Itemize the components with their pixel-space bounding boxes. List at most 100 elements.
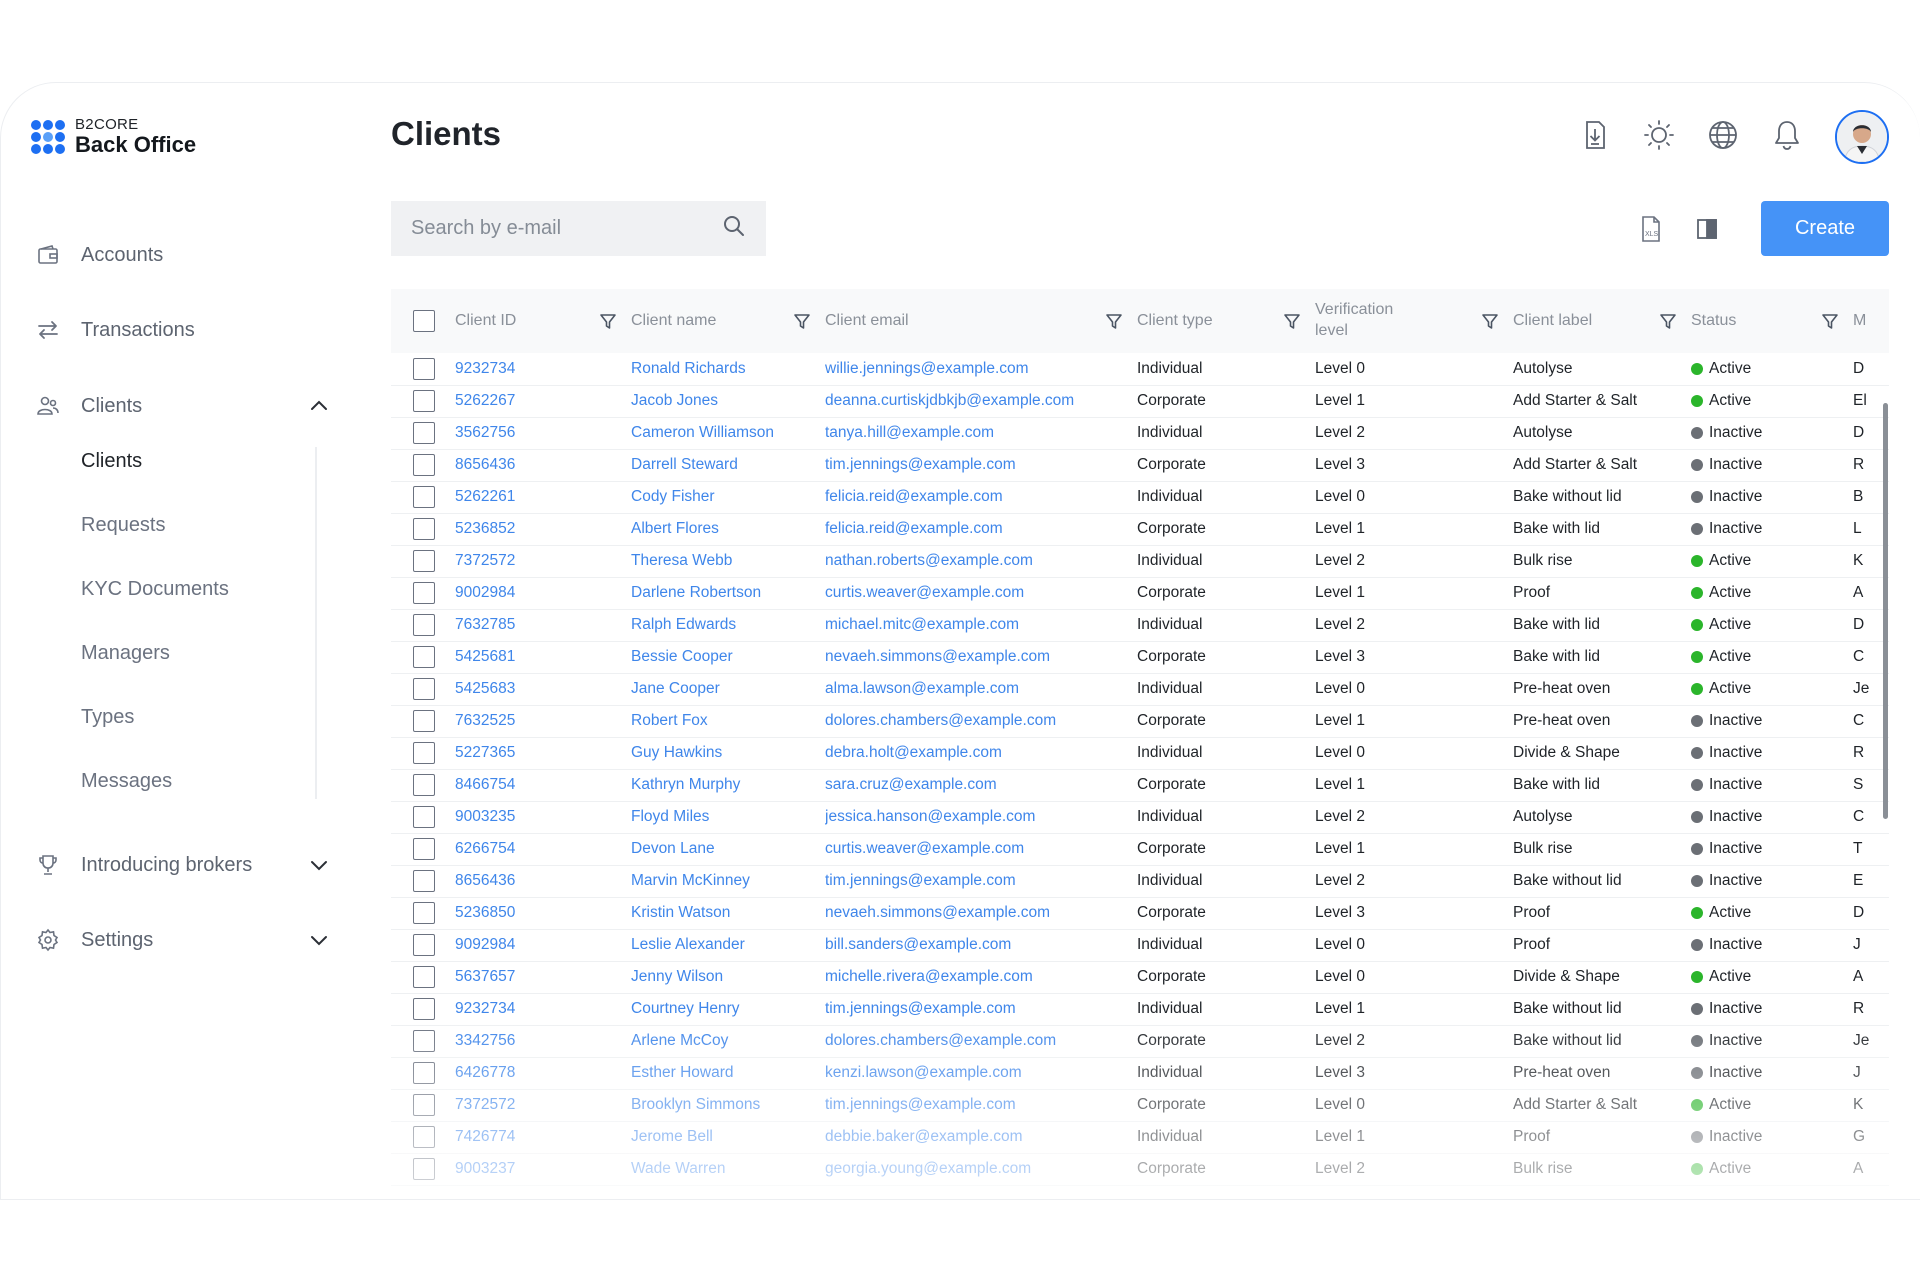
table-row[interactable]: 8466754 Kathryn Murphy sara.cruz@example.c… <box>391 769 1889 802</box>
column-header-client-type[interactable]: Client type <box>1137 311 1227 332</box>
column-header-client-label[interactable]: Client label <box>1513 311 1603 332</box>
sidebar-item-accounts[interactable]: Accounts <box>35 235 331 275</box>
avatar[interactable] <box>1835 110 1889 164</box>
table-row[interactable]: 7426774 Jerome Bell debbie.baker@example.c… <box>391 1121 1889 1154</box>
table-row[interactable]: 5637657 Jenny Wilson michelle.rivera@examp… <box>391 961 1889 994</box>
filter-icon[interactable] <box>1481 312 1499 330</box>
client-email-cell[interactable]: georgia.young@example.com <box>825 1153 1137 1186</box>
client-id-cell[interactable]: 3562756 <box>455 417 631 450</box>
client-email-cell[interactable]: dolores.chambers@example.com <box>825 1025 1137 1058</box>
row-checkbox[interactable] <box>413 390 435 412</box>
row-checkbox[interactable] <box>413 934 435 956</box>
client-id-cell[interactable]: 7372572 <box>455 545 631 578</box>
row-checkbox[interactable] <box>413 902 435 924</box>
client-id-cell[interactable]: 7632785 <box>455 609 631 642</box>
row-checkbox[interactable] <box>413 357 435 380</box>
client-id-cell[interactable]: 5236850 <box>455 897 631 930</box>
sidebar-subitem-types[interactable]: Types <box>81 706 134 729</box>
row-checkbox[interactable] <box>413 966 435 988</box>
sun-theme-icon[interactable] <box>1641 117 1677 153</box>
table-row[interactable]: 5227365 Guy Hawkins debra.holt@example.com… <box>391 737 1889 770</box>
filter-icon[interactable] <box>1283 312 1301 330</box>
row-checkbox[interactable] <box>413 998 435 1020</box>
row-checkbox[interactable] <box>413 614 435 636</box>
client-name-cell[interactable]: Jane Cooper <box>631 673 825 706</box>
client-name-cell[interactable]: Kristin Watson <box>631 897 825 930</box>
table-row[interactable]: 9002984 Darlene Robertson curtis.weaver@ex… <box>391 577 1889 610</box>
sidebar-subitem-managers[interactable]: Managers <box>81 642 170 665</box>
sidebar-subitem-kyc-documents[interactable]: KYC Documents <box>81 578 229 601</box>
client-email-cell[interactable]: debbie.baker@example.com <box>825 1121 1137 1154</box>
client-email-cell[interactable]: nathan.roberts@example.com <box>825 545 1137 578</box>
columns-icon[interactable] <box>1691 213 1723 245</box>
table-scrollbar[interactable] <box>1883 403 1888 819</box>
sidebar-item-transactions[interactable]: Transactions <box>35 310 331 350</box>
row-checkbox[interactable] <box>413 1030 435 1052</box>
row-checkbox[interactable] <box>413 1062 435 1084</box>
client-email-cell[interactable]: felicia.reid@example.com <box>825 481 1137 514</box>
client-name-cell[interactable]: Courtney Henry <box>631 993 825 1026</box>
client-email-cell[interactable]: michelle.rivera@example.com <box>825 961 1137 994</box>
table-row[interactable]: 8656436 Marvin McKinney tim.jennings@examp… <box>391 865 1889 898</box>
client-email-cell[interactable]: felicia.reid@example.com <box>825 513 1137 546</box>
table-row[interactable]: 9003235 Floyd Miles jessica.hanson@example… <box>391 801 1889 834</box>
client-id-cell[interactable]: 3342756 <box>455 1025 631 1058</box>
client-id-cell[interactable]: 7632525 <box>455 705 631 738</box>
client-id-cell[interactable]: 9232734 <box>455 993 631 1026</box>
sidebar-item-clients[interactable]: Clients <box>35 386 331 426</box>
client-email-cell[interactable]: debra.holt@example.com <box>825 737 1137 770</box>
table-row[interactable]: 7632525 Robert Fox dolores.chambers@exampl… <box>391 705 1889 738</box>
table-row[interactable]: 3562756 Cameron Williamson tanya.hill@exam… <box>391 417 1889 450</box>
client-name-cell[interactable]: Jacob Jones <box>631 385 825 418</box>
client-id-cell[interactable]: 5227365 <box>455 737 631 770</box>
sidebar-subitem-clients[interactable]: Clients <box>81 450 142 473</box>
row-checkbox[interactable] <box>413 1094 435 1116</box>
row-checkbox[interactable] <box>413 646 435 668</box>
table-row[interactable]: 5262267 Jacob Jones deanna.curtiskjdbkjb@e… <box>391 385 1889 418</box>
client-id-cell[interactable]: 6426778 <box>455 1057 631 1090</box>
sidebar-item-introducing-brokers[interactable]: Introducing brokers <box>35 845 331 885</box>
client-name-cell[interactable]: Jerome Bell <box>631 1121 825 1154</box>
client-name-cell[interactable]: Albert Flores <box>631 513 825 546</box>
table-row[interactable]: 8656436 Darrell Steward tim.jennings@examp… <box>391 449 1889 482</box>
client-id-cell[interactable]: 9002984 <box>455 577 631 610</box>
client-id-cell[interactable]: 5425681 <box>455 641 631 674</box>
table-row[interactable]: 7372572 Theresa Webb nathan.roberts@exampl… <box>391 545 1889 578</box>
row-checkbox[interactable] <box>413 518 435 540</box>
search-input[interactable] <box>411 217 722 240</box>
xls-export-icon[interactable]: XLS <box>1635 213 1667 245</box>
client-name-cell[interactable]: Kathryn Murphy <box>631 769 825 802</box>
globe-language-icon[interactable] <box>1705 117 1741 153</box>
filter-icon[interactable] <box>1105 312 1123 330</box>
row-checkbox[interactable] <box>413 710 435 732</box>
row-checkbox[interactable] <box>413 1158 435 1180</box>
client-name-cell[interactable]: Floyd Miles <box>631 801 825 834</box>
client-email-cell[interactable]: curtis.weaver@example.com <box>825 833 1137 866</box>
row-checkbox[interactable] <box>413 550 435 572</box>
client-name-cell[interactable]: Theresa Webb <box>631 545 825 578</box>
row-checkbox[interactable] <box>413 486 435 508</box>
table-row[interactable]: 3342756 Arlene McCoy dolores.chambers@exam… <box>391 1025 1889 1058</box>
client-name-cell[interactable]: Darrell Steward <box>631 449 825 482</box>
sidebar-subitem-requests[interactable]: Requests <box>81 514 166 537</box>
table-row[interactable]: 5236850 Kristin Watson nevaeh.simmons@exam… <box>391 897 1889 930</box>
client-email-cell[interactable]: kenzi.lawson@example.com <box>825 1057 1137 1090</box>
client-name-cell[interactable]: Bessie Cooper <box>631 641 825 674</box>
table-row[interactable]: 5425681 Bessie Cooper nevaeh.simmons@examp… <box>391 641 1889 674</box>
row-checkbox[interactable] <box>413 774 435 796</box>
table-row[interactable]: 9232734 Ronald Richards willie.jennings@ex… <box>391 353 1889 386</box>
client-name-cell[interactable]: Robert Fox <box>631 705 825 738</box>
column-header-manager[interactable]: M <box>1853 311 1866 332</box>
client-email-cell[interactable]: michael.mitc@example.com <box>825 609 1137 642</box>
client-email-cell[interactable]: tim.jennings@example.com <box>825 1089 1137 1122</box>
column-header-client-id[interactable]: Client ID <box>455 311 516 332</box>
table-row[interactable]: 9092984 Leslie Alexander bill.sanders@exam… <box>391 929 1889 962</box>
table-row[interactable]: 5262261 Cody Fisher felicia.reid@example.c… <box>391 481 1889 514</box>
row-checkbox[interactable] <box>413 838 435 860</box>
client-email-cell[interactable]: alma.lawson@example.com <box>825 673 1137 706</box>
row-checkbox[interactable] <box>413 870 435 892</box>
client-id-cell[interactable]: 8466754 <box>455 769 631 802</box>
client-email-cell[interactable]: jessica.hanson@example.com <box>825 801 1137 834</box>
column-header-client-email[interactable]: Client email <box>825 311 909 332</box>
client-id-cell[interactable]: 9092984 <box>455 929 631 962</box>
